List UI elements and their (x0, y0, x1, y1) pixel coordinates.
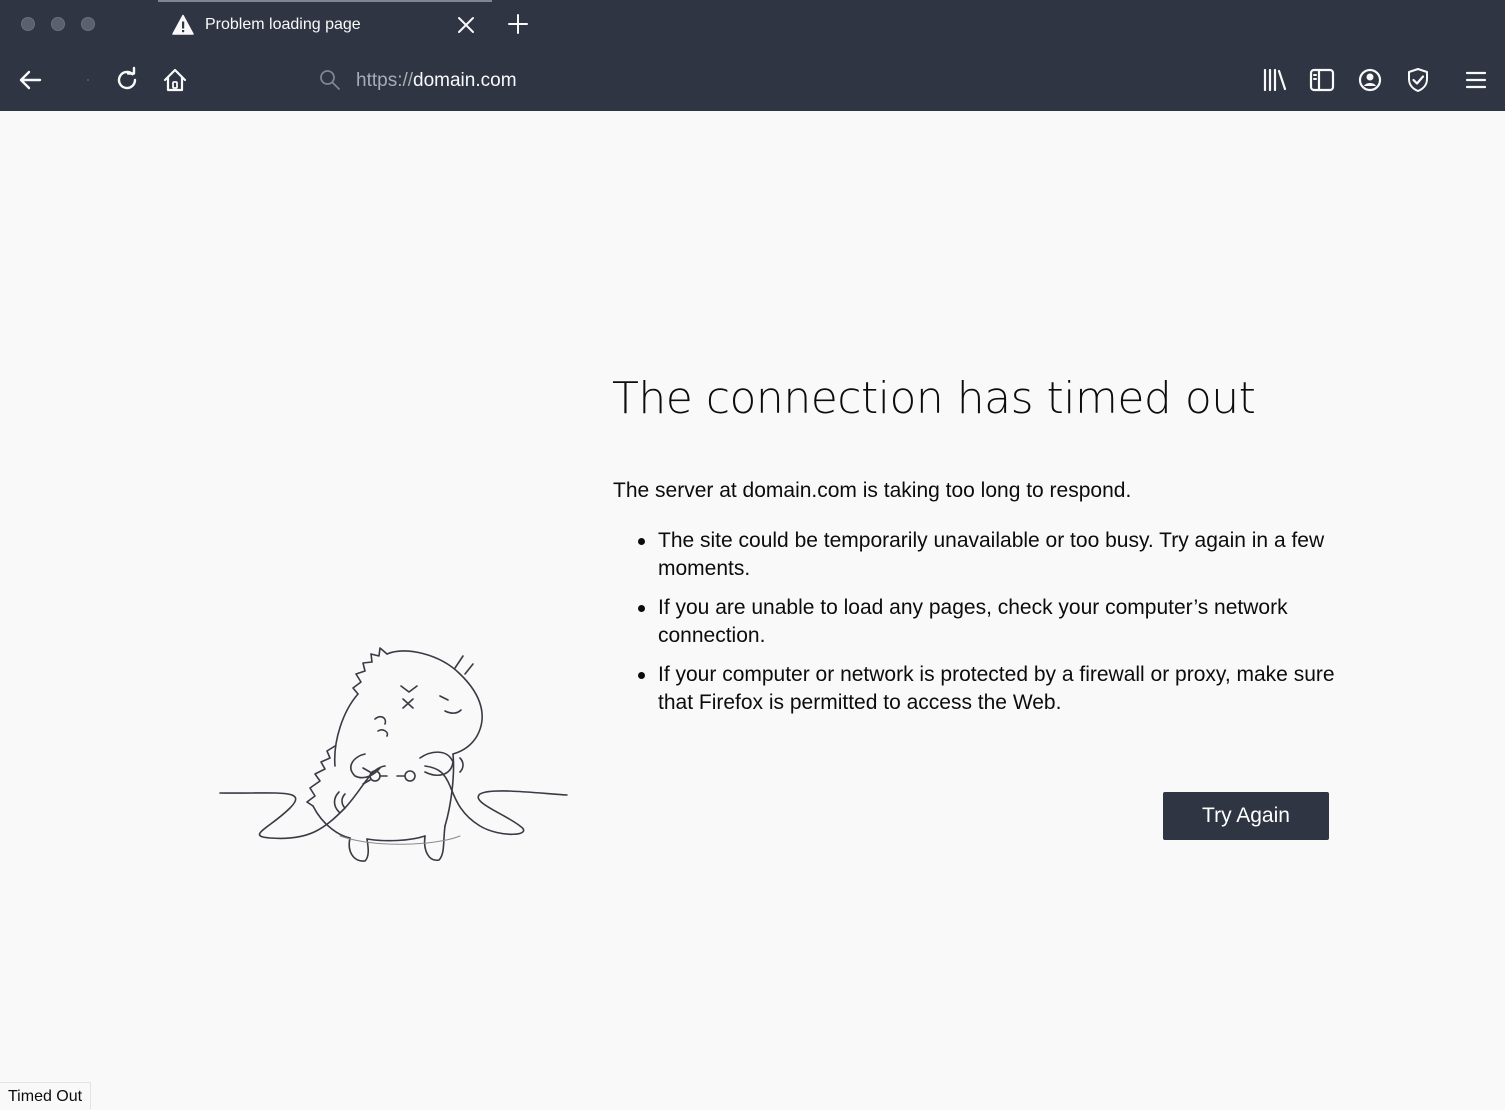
error-suggestions: The site could be temporarily unavailabl… (613, 527, 1353, 728)
sidebar-icon[interactable] (1308, 66, 1336, 94)
url-host: domain.com (413, 70, 517, 91)
error-page: The connection has timed out The server … (0, 111, 1505, 1109)
navigation-toolbar: https://domain.com (0, 50, 1505, 111)
reload-icon[interactable] (113, 66, 141, 94)
tab-active-indicator (158, 0, 492, 2)
try-again-button[interactable]: Try Again (1163, 792, 1329, 840)
status-bar: Timed Out (0, 1082, 92, 1109)
error-intro: The server at domain.com is taking too l… (613, 479, 1132, 502)
browser-chrome: Problem loading page https://domain.com (0, 0, 1505, 111)
account-icon[interactable] (1356, 66, 1384, 94)
suggestion-item: The site could be temporarily unavailabl… (613, 527, 1353, 583)
url-scheme: https:// (356, 70, 414, 91)
error-title: The connection has timed out (612, 373, 1256, 424)
search-icon (320, 70, 340, 90)
window-zoom-button[interactable] (81, 17, 95, 31)
window-close-button[interactable] (21, 17, 35, 31)
menu-icon[interactable] (1462, 66, 1490, 94)
tab-close-icon[interactable] (456, 15, 476, 35)
tab-active[interactable]: Problem loading page (158, 0, 492, 50)
dinosaur-illustration (219, 647, 568, 862)
warning-icon (172, 14, 194, 35)
back-icon[interactable] (16, 66, 44, 94)
window-minimize-button[interactable] (51, 17, 65, 31)
library-icon[interactable] (1261, 66, 1289, 94)
shield-icon[interactable] (1404, 66, 1432, 94)
suggestion-item: If your computer or network is protected… (613, 661, 1353, 717)
url-text[interactable]: https://domain.com (356, 70, 517, 92)
url-bar[interactable]: https://domain.com (306, 62, 1206, 98)
tab-title: Problem loading page (205, 16, 361, 33)
tab-strip: Problem loading page (0, 0, 1505, 50)
home-icon[interactable] (161, 66, 189, 94)
new-tab-icon[interactable] (507, 13, 529, 35)
forward-icon[interactable] (74, 66, 102, 94)
suggestion-item: If you are unable to load any pages, che… (613, 594, 1353, 650)
